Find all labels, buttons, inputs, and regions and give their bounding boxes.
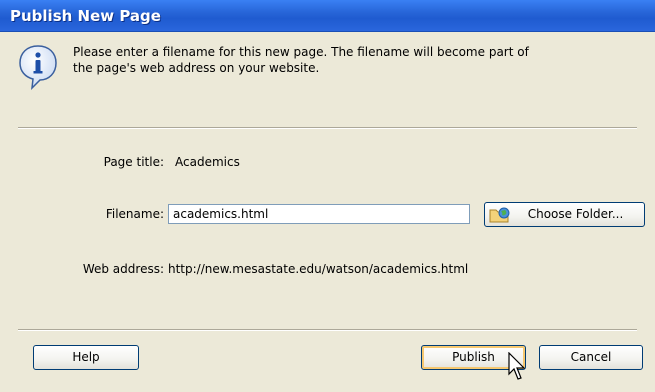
page-title-value: Academics bbox=[175, 155, 240, 169]
page-title-label: Page title: bbox=[103, 155, 164, 169]
info-message: Please enter a filename for this new pag… bbox=[73, 44, 633, 76]
top-divider bbox=[18, 127, 637, 129]
choose-folder-button[interactable]: Choose Folder... bbox=[484, 202, 645, 227]
help-button[interactable]: Help bbox=[33, 345, 139, 370]
mouse-pointer-icon bbox=[508, 352, 526, 380]
window-title: Publish New Page bbox=[10, 7, 161, 25]
cancel-button[interactable]: Cancel bbox=[539, 345, 643, 370]
filename-input[interactable] bbox=[168, 204, 470, 224]
info-line-1: Please enter a filename for this new pag… bbox=[73, 45, 529, 59]
bottom-divider bbox=[18, 329, 637, 331]
help-label: Help bbox=[72, 350, 100, 364]
web-address-value: http://new.mesastate.edu/watson/academic… bbox=[168, 262, 469, 276]
info-line-2: the page's web address on your website. bbox=[73, 61, 320, 75]
web-address-label: Web address: bbox=[82, 262, 164, 276]
folder-globe-icon bbox=[489, 207, 510, 223]
cancel-label: Cancel bbox=[570, 350, 612, 364]
publish-label: Publish bbox=[452, 350, 495, 364]
title-bar[interactable]: Publish New Page bbox=[0, 0, 655, 32]
choose-folder-label: Choose Folder... bbox=[527, 207, 624, 221]
info-icon bbox=[19, 45, 57, 90]
filename-label: Filename: bbox=[105, 207, 164, 221]
